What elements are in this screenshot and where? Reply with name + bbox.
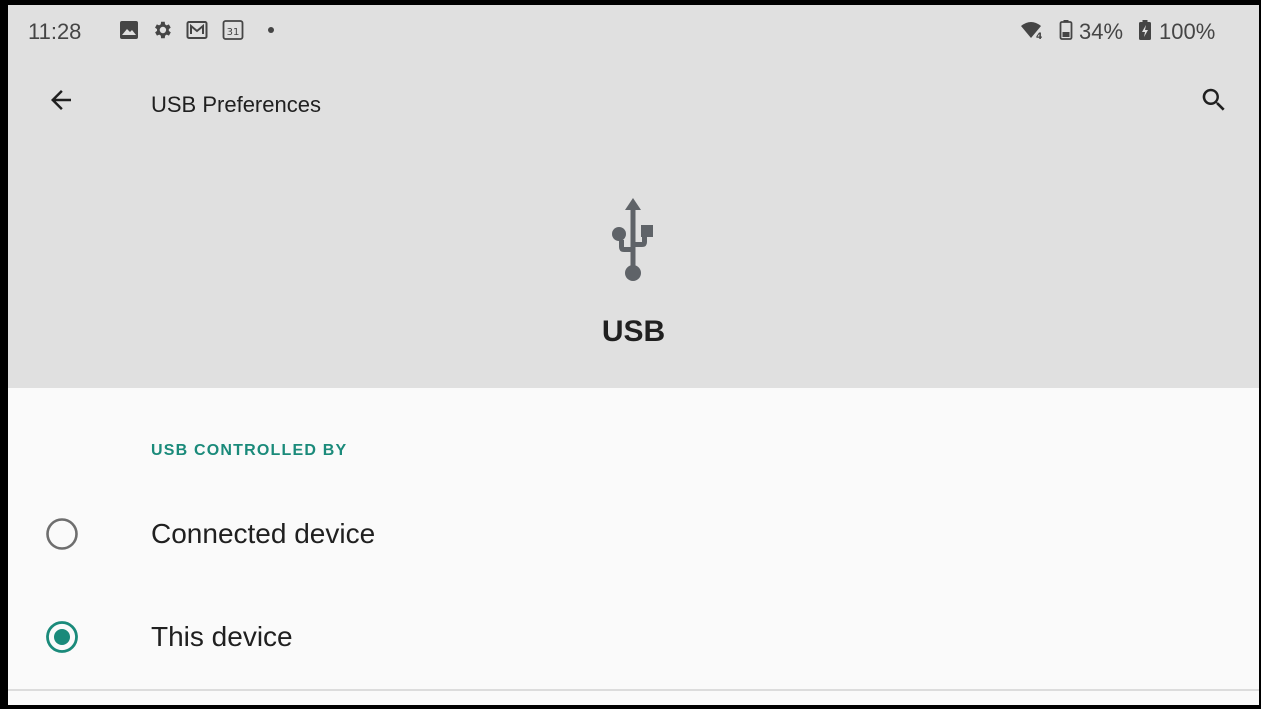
option-label: This device (151, 621, 293, 652)
page-title: USB Preferences (151, 92, 321, 117)
status-bar: 11:28 31 4 34% 100% (8, 5, 1259, 57)
header-area: 11:28 31 4 34% 100% USB Preferences USB (8, 5, 1259, 388)
wifi-icon: 4 (1018, 19, 1048, 41)
divider (8, 689, 1259, 691)
svg-text:4: 4 (1036, 32, 1042, 41)
svg-text:31: 31 (227, 27, 240, 38)
status-time: 11:28 (28, 19, 82, 44)
usb-title: USB (601, 315, 666, 348)
option-label: Connected device (151, 518, 376, 549)
phone-battery-level: 34% (1079, 19, 1124, 44)
radio-checked-icon[interactable] (45, 620, 79, 654)
search-icon (1199, 85, 1229, 120)
search-button[interactable] (1189, 77, 1239, 127)
battery-icon (1137, 19, 1153, 41)
battery-level: 100% (1159, 19, 1216, 44)
calendar-icon: 31 (222, 19, 244, 41)
image-icon (118, 19, 140, 41)
dot-icon (260, 19, 282, 41)
usb-icon (609, 195, 657, 285)
phone-battery-icon (1057, 19, 1075, 41)
arrow-back-icon (46, 85, 76, 120)
radio-unchecked-icon[interactable] (45, 517, 79, 551)
mail-icon (186, 19, 208, 41)
section-header: USB CONTROLLED BY (151, 442, 348, 459)
option-connected-device[interactable]: Connected device (8, 484, 1259, 584)
back-button[interactable] (36, 77, 86, 127)
app-bar: USB Preferences (8, 57, 1259, 147)
option-this-device[interactable]: This device (8, 587, 1259, 687)
gear-icon (151, 19, 173, 41)
device-screen: 11:28 31 4 34% 100% USB Preferences USB … (8, 5, 1259, 705)
